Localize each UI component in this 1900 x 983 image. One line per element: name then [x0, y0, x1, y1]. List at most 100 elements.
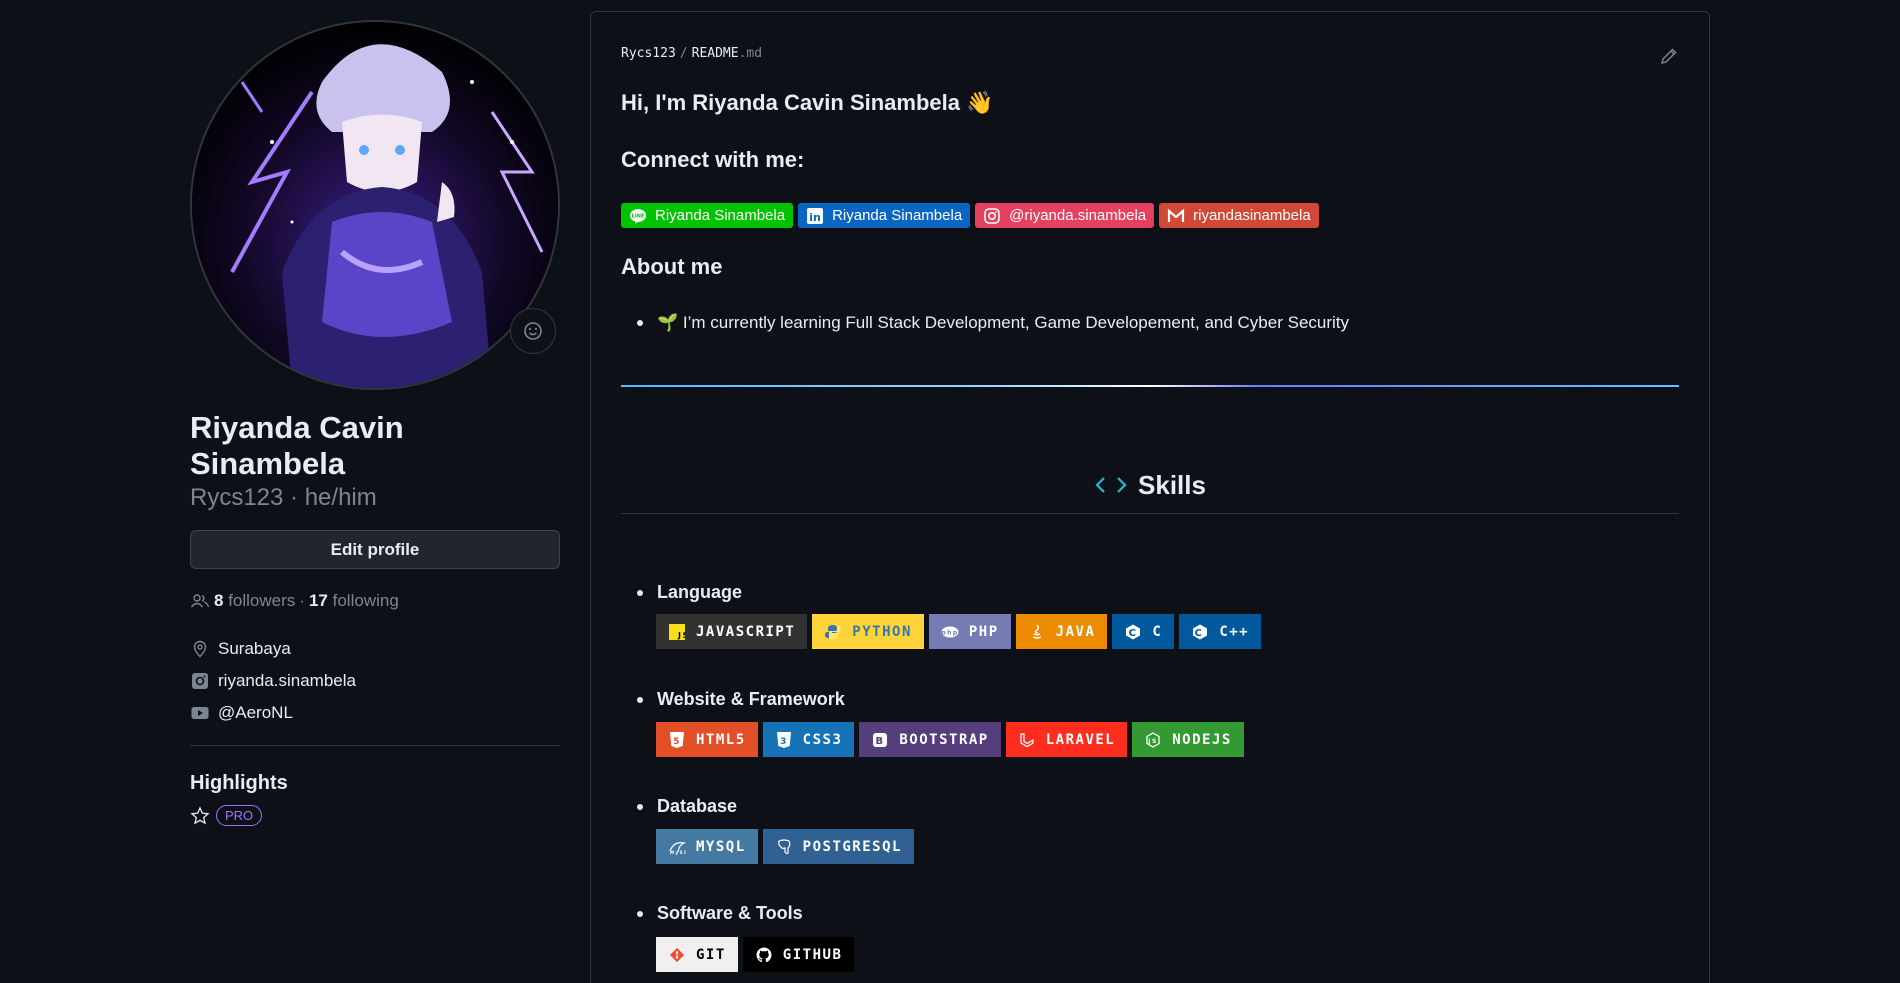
nodejs-badge[interactable]: JS NODEJS [1132, 722, 1244, 757]
about-text: 🌱 I’m currently learning Full Stack Deve… [657, 313, 1350, 332]
instagram-icon [983, 207, 1001, 225]
java-badge[interactable]: JAVA [1015, 614, 1108, 649]
svg-text:5: 5 [673, 737, 681, 747]
youtube-icon [190, 703, 210, 723]
css3-icon: 3 [775, 731, 793, 749]
section-database: Database [621, 796, 737, 817]
javascript-badge[interactable]: JS JAVASCRIPT [656, 614, 808, 649]
about-list-item: 🌱 I’m currently learning Full Stack Deve… [621, 313, 1349, 333]
svg-text:MySQL: MySQL [670, 850, 686, 855]
svg-text:in: in [809, 211, 821, 224]
profile-details: Surabaya riyanda.sinambela @AeroNL [190, 633, 560, 729]
svg-text:C: C [1129, 628, 1138, 639]
gradient-divider [621, 385, 1679, 387]
bullet [637, 320, 643, 326]
following-link[interactable]: 17 following [309, 591, 399, 611]
line-badge[interactable]: LINE Riyanda Sinambela [621, 203, 794, 228]
laravel-icon [1018, 731, 1036, 749]
html5-badge[interactable]: 5 HTML5 [656, 722, 758, 757]
instagram-link[interactable]: riyanda.sinambela [218, 671, 356, 691]
c-badge[interactable]: C C [1112, 614, 1175, 649]
svg-text:LINE: LINE [632, 213, 645, 219]
breadcrumb-owner[interactable]: Rycs123 [621, 46, 676, 61]
github-icon [755, 946, 773, 964]
language-badges: JS JAVASCRIPT PYTHON php PHP JAVA C C C … [656, 614, 1262, 649]
pro-badge: PRO [216, 805, 263, 826]
followers-link[interactable]: 8 followers [214, 591, 295, 611]
cplusplus-icon: C [1191, 623, 1209, 641]
location-item: Surabaya [190, 633, 560, 665]
people-icon [190, 594, 210, 608]
php-badge[interactable]: php PHP [928, 614, 1011, 649]
smiley-icon [524, 322, 542, 340]
cplusplus-badge[interactable]: C C++ [1179, 614, 1262, 649]
readme-panel: Rycs123/README.md Hi, I'm Riyanda Cavin … [590, 11, 1710, 983]
bootstrap-badge[interactable]: B BOOTSTRAP [859, 722, 1001, 757]
code-icon [1095, 477, 1127, 493]
readme-greeting: Hi, I'm Riyanda Cavin Sinambela 👋 [621, 90, 994, 115]
connect-badges: LINE Riyanda Sinambela in Riyanda Sinamb… [621, 203, 1319, 228]
edit-readme-button[interactable] [1659, 46, 1679, 71]
connect-heading: Connect with me: [621, 147, 805, 172]
section-language: Language [621, 582, 742, 603]
css3-badge[interactable]: 3 CSS3 [762, 722, 855, 757]
gmail-icon [1167, 207, 1185, 225]
skills-heading: Skills [621, 460, 1679, 514]
breadcrumb-file[interactable]: README [692, 46, 739, 61]
nodejs-icon: JS [1144, 731, 1162, 749]
svg-text:3: 3 [780, 737, 788, 747]
javascript-icon: JS [668, 623, 686, 641]
readme-breadcrumb: Rycs123/README.md [621, 46, 763, 61]
gmail-badge[interactable]: riyandasinambela [1159, 203, 1319, 228]
svg-text:C: C [1195, 628, 1204, 639]
html5-icon: 5 [668, 731, 686, 749]
postgresql-icon [775, 838, 793, 856]
svg-text:B: B [876, 736, 885, 747]
linkedin-badge[interactable]: in Riyanda Sinambela [798, 203, 971, 228]
c-icon: C [1124, 623, 1142, 641]
highlights-title: Highlights [190, 772, 288, 794]
php-icon: php [941, 623, 959, 641]
breadcrumb-ext: .md [738, 46, 763, 61]
pencil-icon [1660, 48, 1677, 65]
bootstrap-icon: B [871, 731, 889, 749]
instagram-badge[interactable]: @riyanda.sinambela [975, 203, 1155, 228]
java-icon [1028, 623, 1046, 641]
skills-title: Skills [1138, 470, 1206, 500]
tools-badges: GIT GITHUB [656, 937, 855, 972]
line-icon: LINE [629, 207, 647, 225]
edit-profile-button[interactable]: Edit profile [190, 530, 560, 569]
section-software-tools: Software & Tools [621, 903, 803, 924]
database-badges: MySQL MYSQL POSTGRESQL [656, 829, 914, 864]
svg-text:JS: JS [1147, 738, 1158, 745]
svg-text:php: php [941, 629, 958, 636]
web-badges: 5 HTML5 3 CSS3 B BOOTSTRAP LARAVEL JS NO… [656, 722, 1244, 757]
instagram-item: riyanda.sinambela [190, 665, 560, 697]
mysql-icon: MySQL [668, 838, 686, 856]
follow-stats: 8 followers · 17 following [190, 591, 560, 611]
section-website-framework: Website & Framework [621, 689, 845, 710]
mysql-badge[interactable]: MySQL MYSQL [656, 829, 758, 864]
git-icon [668, 946, 686, 964]
laravel-badge[interactable]: LARAVEL [1005, 722, 1128, 757]
sidebar-divider [190, 745, 560, 746]
highlights-row: PRO [190, 805, 560, 826]
youtube-item: @AeroNL [190, 697, 560, 729]
star-icon [190, 805, 210, 825]
profile-sidebar: Riyanda Cavin Sinambela Rycs123 · he/him… [190, 20, 560, 826]
postgresql-badge[interactable]: POSTGRESQL [762, 829, 914, 864]
instagram-icon [190, 671, 210, 691]
avatar[interactable] [190, 20, 560, 390]
git-badge[interactable]: GIT [656, 937, 738, 972]
python-icon [824, 623, 842, 641]
python-badge[interactable]: PYTHON [812, 614, 924, 649]
about-heading: About me [621, 254, 723, 279]
github-badge[interactable]: GITHUB [742, 937, 855, 972]
svg-text:JS: JS [677, 631, 685, 640]
location-pin-icon [190, 639, 210, 659]
avatar-container [190, 20, 560, 390]
linkedin-icon: in [806, 207, 824, 225]
profile-name: Riyanda Cavin Sinambela [190, 410, 404, 481]
set-status-button[interactable] [510, 308, 556, 354]
youtube-link[interactable]: @AeroNL [218, 703, 293, 723]
